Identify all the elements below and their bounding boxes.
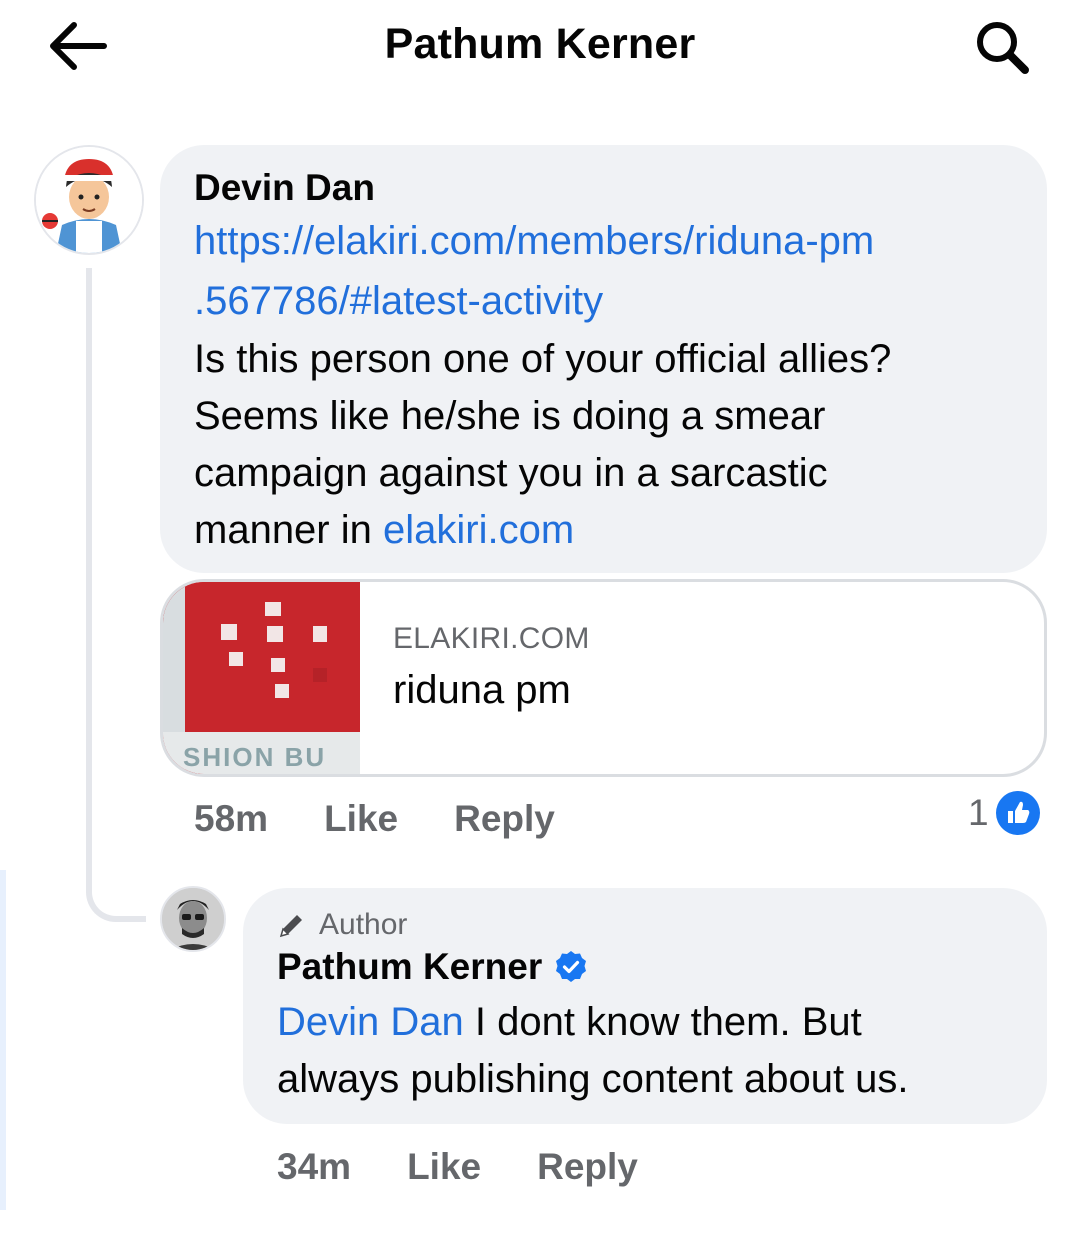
reply-reply-button[interactable]: Reply <box>537 1146 638 1188</box>
comment-inline-link[interactable]: elakiri.com <box>383 508 574 552</box>
author-tag: Author <box>277 908 1013 942</box>
preview-thumb-caption: SHION BU <box>183 742 327 772</box>
reply-author-row: Pathum Kerner <box>277 946 1013 988</box>
page-title: Pathum Kerner <box>384 20 696 68</box>
comment-text-line2: Seems like he/she is doing a smear <box>194 394 826 438</box>
comment-reaction-summary[interactable]: 1 <box>968 790 1041 836</box>
verified-badge-icon <box>556 951 587 982</box>
reply-bubble[interactable]: Author Pathum Kerner Devin Dan I dont kn… <box>243 888 1047 1124</box>
comment-reply-button[interactable]: Reply <box>454 798 555 840</box>
avatar-pathum-kerner[interactable] <box>160 886 226 952</box>
comment-timestamp: 58m <box>194 798 269 839</box>
link-preview-card[interactable]: SHION BU ELAKIRI.COM riduna pm <box>160 579 1047 777</box>
reaction-count: 1 <box>968 792 989 833</box>
comment-text-line3: campaign against you in a sarcastic <box>194 451 828 495</box>
profile-photo-image <box>162 888 224 950</box>
comment-author-name[interactable]: Devin Dan <box>194 167 1013 209</box>
comment-text-line4: manner in elakiri.com <box>194 502 1013 559</box>
comment-like-button[interactable]: Like <box>324 798 398 840</box>
comment-link-line1[interactable]: https://elakiri.com/members/riduna-pm <box>194 211 1013 271</box>
reply-text-line1-rest: I dont know them. But <box>463 1000 862 1044</box>
reply-text: Devin Dan I dont know them. But always p… <box>277 994 1013 1108</box>
author-tag-label: Author <box>319 908 408 941</box>
app-header: Pathum Kerner <box>0 0 1080 95</box>
search-button[interactable] <box>966 14 1038 80</box>
reply-actions: 34m Like Reply <box>277 1144 638 1190</box>
comment-link-line2[interactable]: .567786/#latest-activity <box>194 271 1013 331</box>
reply-text-line2: always publishing content about us. <box>277 1057 909 1101</box>
like-reaction-icon <box>995 791 1040 835</box>
reply-mention[interactable]: Devin Dan <box>277 1000 464 1044</box>
reply-author-name[interactable]: Pathum Kerner <box>277 946 542 988</box>
thread-connector-cover <box>86 268 146 922</box>
reply-timestamp: 34m <box>277 1146 352 1187</box>
comment-bubble[interactable]: Devin Dan https://elakiri.com/members/ri… <box>160 145 1047 573</box>
cartoon-avatar-image <box>36 147 142 253</box>
comment-text-line4-prefix: manner in <box>194 508 383 552</box>
search-icon <box>977 22 1029 74</box>
preview-thumbnail: SHION BU <box>163 582 360 774</box>
reply-text-line1: Devin Dan I dont know them. But <box>277 994 1013 1051</box>
avatar-devin-dan[interactable] <box>34 145 144 255</box>
reply-like-button[interactable]: Like <box>407 1146 481 1188</box>
comment-actions: 58m Like Reply <box>194 796 555 842</box>
preview-title: riduna pm <box>393 668 571 712</box>
preview-domain: ELAKIRI.COM <box>393 622 590 655</box>
comment-text-line1: Is this person one of your official alli… <box>194 337 892 381</box>
pencil-icon <box>279 915 302 938</box>
